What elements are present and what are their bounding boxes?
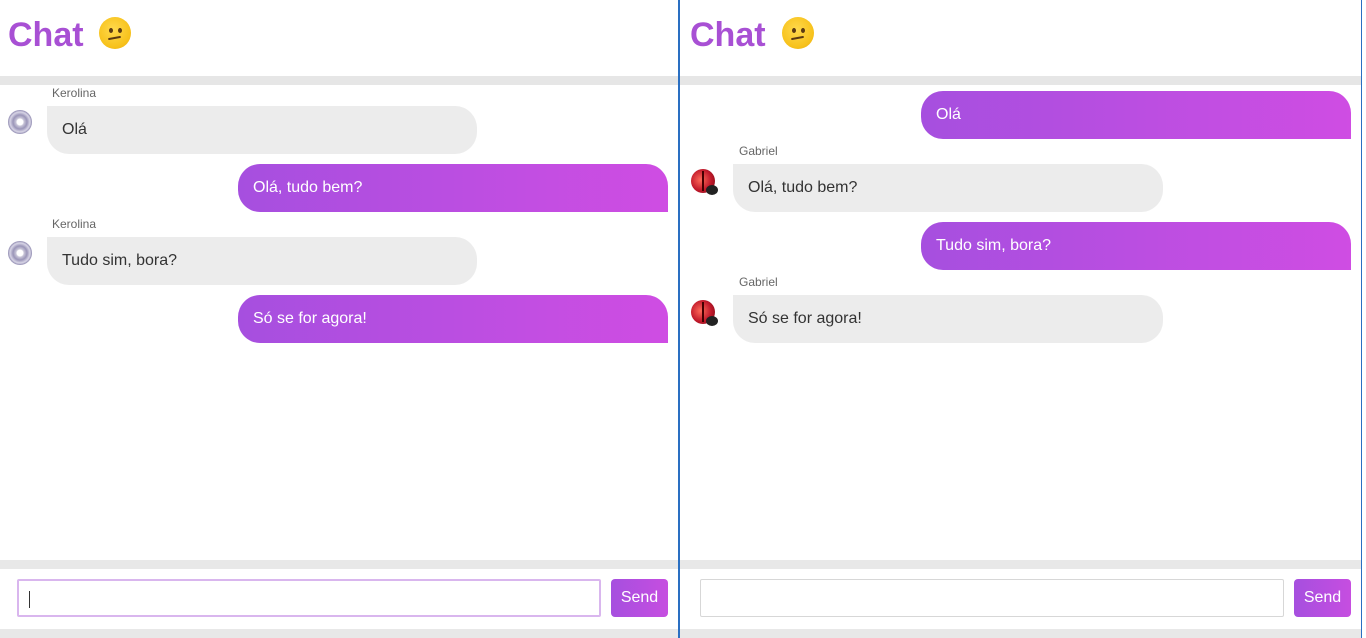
chat-title: Chat	[690, 16, 766, 54]
disc-icon	[8, 110, 32, 134]
chat-header: Chat	[680, 0, 1361, 85]
footer-strip	[0, 629, 678, 638]
message-bubble-incoming: Só se for agora!	[733, 295, 1163, 343]
disc-icon	[8, 241, 32, 265]
message-sender: Kerolina	[52, 86, 97, 100]
confused-face-icon	[782, 17, 814, 49]
message-input[interactable]	[17, 579, 601, 617]
window-edge	[1362, 0, 1366, 638]
message-sender: Gabriel	[739, 144, 778, 158]
text-caret	[29, 591, 30, 608]
message-bubble-incoming: Tudo sim, bora?	[47, 237, 477, 285]
chat-title: Chat	[8, 16, 84, 54]
message-sender: Gabriel	[739, 275, 778, 289]
message-bubble-outgoing: Olá	[921, 91, 1351, 139]
composer: Send	[0, 560, 678, 638]
message-bubble-outgoing: Olá, tudo bem?	[238, 164, 668, 212]
composer: Send	[680, 560, 1361, 638]
message-list[interactable]: Kerolina Olá Olá, tudo bem? Kerolina Tud…	[0, 86, 678, 560]
message-list[interactable]: Olá Gabriel Olá, tudo bem? Tudo sim, bor…	[680, 86, 1361, 560]
chat-panel-right: Chat Olá Gabriel Olá, tudo bem? Tudo sim…	[680, 0, 1361, 638]
ladybug-icon	[691, 169, 718, 195]
confused-face-icon	[99, 17, 131, 49]
send-button[interactable]: Send	[1294, 579, 1351, 617]
chat-panel-left: Chat Kerolina Olá Olá, tudo bem? Kerolin…	[0, 0, 678, 638]
message-input[interactable]	[700, 579, 1284, 617]
send-button[interactable]: Send	[611, 579, 668, 617]
footer-strip	[680, 629, 1361, 638]
message-bubble-outgoing: Tudo sim, bora?	[921, 222, 1351, 270]
chat-header: Chat	[0, 0, 678, 85]
ladybug-icon	[691, 300, 718, 326]
message-bubble-outgoing: Só se for agora!	[238, 295, 668, 343]
message-bubble-incoming: Olá	[47, 106, 477, 154]
message-sender: Kerolina	[52, 217, 97, 231]
message-bubble-incoming: Olá, tudo bem?	[733, 164, 1163, 212]
